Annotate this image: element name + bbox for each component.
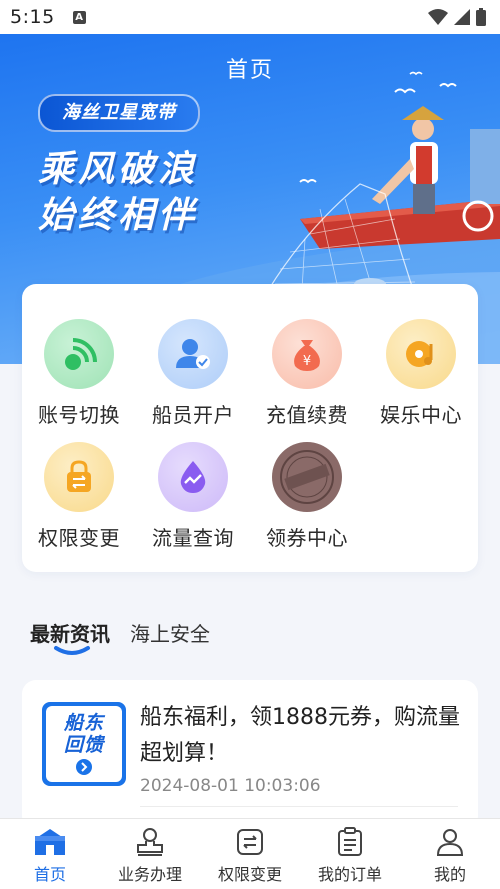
service-label: 流量查询 bbox=[152, 526, 234, 550]
notification-a-icon: A bbox=[72, 10, 86, 24]
news-thumbnail: 船东 回馈 bbox=[42, 702, 126, 786]
status-bar: 5:15 A bbox=[0, 0, 500, 34]
data-drop-icon bbox=[158, 442, 228, 512]
status-time: 5:15 bbox=[10, 6, 55, 28]
music-disc-icon bbox=[386, 319, 456, 389]
service-account-switch[interactable]: 账号切换 bbox=[22, 319, 136, 428]
news-tabs: 最新资讯 海上安全 bbox=[30, 618, 210, 647]
service-coupon-center[interactable]: 领券中心 bbox=[250, 442, 364, 551]
user-check-icon bbox=[158, 319, 228, 389]
service-label: 充值续费 bbox=[266, 403, 348, 427]
thumb-line2: 回馈 bbox=[63, 734, 104, 756]
news-timestamp: 2024-08-01 10:03:06 bbox=[140, 776, 321, 796]
money-bag-icon: ¥ bbox=[272, 319, 342, 389]
nav-label: 我的 bbox=[433, 865, 466, 884]
signal-icon bbox=[44, 319, 114, 389]
arrow-right-icon bbox=[76, 759, 92, 775]
nav-label: 业务办理 bbox=[117, 865, 182, 884]
svg-text:¥: ¥ bbox=[303, 354, 311, 369]
service-crew-account[interactable]: 船员开户 bbox=[136, 319, 250, 428]
battery-icon bbox=[476, 8, 486, 26]
home-icon bbox=[35, 829, 65, 855]
profile-icon bbox=[436, 829, 464, 856]
nav-my-orders[interactable]: 我的订单 bbox=[300, 819, 400, 889]
tab-latest-news[interactable]: 最新资讯 bbox=[30, 618, 110, 647]
lock-switch-icon bbox=[44, 442, 114, 512]
active-tab-indicator bbox=[54, 646, 90, 655]
banner-badge: 海丝卫星宽带 bbox=[38, 94, 200, 132]
nav-label: 我的订单 bbox=[317, 865, 382, 884]
service-data-query[interactable]: 流量查询 bbox=[136, 442, 250, 551]
nav-label: 权限变更 bbox=[217, 865, 282, 884]
nav-business[interactable]: 业务办理 bbox=[100, 819, 200, 889]
switch-doc-icon bbox=[237, 829, 263, 855]
banner-slogan-line1: 乘风破浪 bbox=[38, 149, 199, 190]
banner-slogan-line2: 始终相伴 bbox=[38, 195, 199, 236]
nav-permission-change[interactable]: 权限变更 bbox=[200, 819, 300, 889]
page-title: 首页 bbox=[225, 58, 274, 83]
service-label: 账号切换 bbox=[38, 403, 120, 427]
nav-profile[interactable]: 我的 bbox=[400, 819, 500, 889]
service-label: 权限变更 bbox=[38, 526, 120, 550]
service-label: 娱乐中心 bbox=[380, 403, 462, 427]
coupon-stamp-icon bbox=[272, 442, 342, 512]
bottom-navigation: 首页 业务办理 权限变更 我的订单 我的 bbox=[0, 818, 500, 889]
cell-signal-icon bbox=[454, 9, 470, 25]
services-grid: 账号切换 船员开户 ¥ 充值续费 娱乐中心 权限变更 流量查询 领券中心 bbox=[22, 284, 478, 572]
stamp-icon bbox=[137, 828, 163, 856]
divider bbox=[140, 806, 458, 807]
order-list-icon bbox=[338, 827, 362, 856]
thumb-line1: 船东 bbox=[63, 712, 104, 734]
news-card[interactable]: 船东 回馈 船东福利，领1888元券，购流量超划算！ 2024-08-01 10… bbox=[22, 680, 478, 830]
tab-maritime-safety[interactable]: 海上安全 bbox=[130, 618, 210, 647]
wifi-icon bbox=[428, 9, 448, 25]
news-title: 船东福利，领1888元券，购流量超划算！ bbox=[140, 705, 460, 766]
service-permission-change[interactable]: 权限变更 bbox=[22, 442, 136, 551]
service-label: 领券中心 bbox=[266, 526, 348, 550]
nav-home[interactable]: 首页 bbox=[0, 819, 100, 889]
service-entertainment[interactable]: 娱乐中心 bbox=[364, 319, 478, 428]
service-label: 船员开户 bbox=[152, 403, 234, 427]
service-recharge[interactable]: ¥ 充值续费 bbox=[250, 319, 364, 428]
nav-label: 首页 bbox=[33, 865, 66, 884]
